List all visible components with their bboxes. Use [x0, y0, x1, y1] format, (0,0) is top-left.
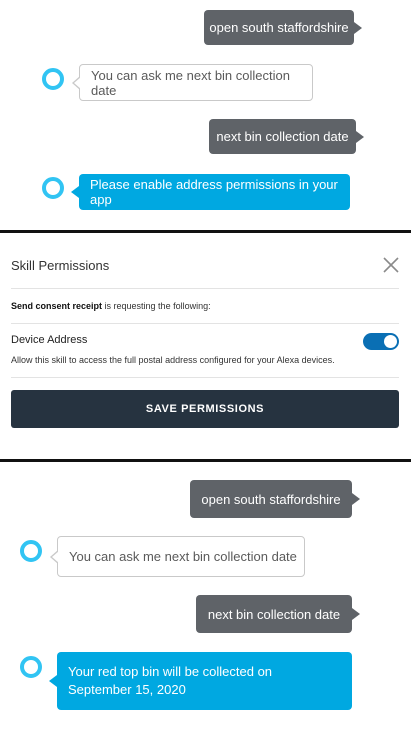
user-message-bubble: open south staffordshire — [204, 10, 362, 45]
permission-name: Device Address — [11, 334, 88, 346]
alexa-ring-icon — [42, 177, 64, 199]
alexa-message-bubble: You can ask me next bin collection date — [50, 536, 305, 577]
alexa-response-line-2: September 15, 2020 — [68, 682, 186, 697]
save-permissions-label: SAVE PERMISSIONS — [145, 403, 265, 415]
user-message-bubble: next bin collection date — [196, 595, 360, 633]
alexa-ring-icon — [20, 540, 42, 562]
permission-description: Allow this skill to access the full post… — [11, 355, 335, 365]
alexa-message-bubble: You can ask me next bin collection date — [72, 64, 313, 101]
request-divider — [11, 323, 399, 324]
user-message-text: next bin collection date — [207, 606, 341, 622]
save-permissions-button[interactable]: SAVE PERMISSIONS — [11, 390, 399, 428]
alexa-response-bubble: Your red top bin will be collected on Se… — [49, 652, 352, 710]
alexa-response-text: Please enable address permissions in you… — [90, 177, 338, 207]
alexa-response-bubble: Please enable address permissions in you… — [71, 174, 350, 210]
skill-permissions-dialog: Skill Permissions Send consent receipt i… — [0, 233, 411, 459]
user-message-bubble: open south staffordshire — [190, 480, 360, 518]
alexa-response-line-1: Your red top bin will be collected on — [68, 664, 273, 679]
device-address-toggle[interactable] — [363, 333, 399, 350]
close-icon[interactable] — [382, 256, 400, 274]
chat-section-top: open south staffordshire You can ask me … — [0, 0, 411, 231]
user-message-text: open south staffordshire — [201, 491, 341, 507]
skill-name: Send consent receipt — [11, 301, 103, 311]
chat-section-bottom: open south staffordshire You can ask me … — [0, 462, 411, 732]
title-divider — [11, 288, 399, 289]
requesting-text: is requesting the following: — [102, 301, 211, 311]
alexa-ring-icon — [20, 656, 42, 678]
alexa-message-text: You can ask me next bin collection date — [91, 67, 290, 98]
alexa-ring-icon — [42, 68, 64, 90]
alexa-message-text: You can ask me next bin collection date — [69, 549, 297, 564]
user-message-text: next bin collection date — [216, 129, 349, 144]
dialog-title: Skill Permissions — [11, 258, 110, 273]
permission-divider — [11, 377, 399, 378]
user-message-bubble: next bin collection date — [209, 119, 364, 154]
toggle-knob — [384, 335, 397, 348]
requesting-statement: Send consent receipt is requesting the f… — [11, 301, 211, 311]
user-message-text: open south staffordshire — [209, 20, 349, 35]
